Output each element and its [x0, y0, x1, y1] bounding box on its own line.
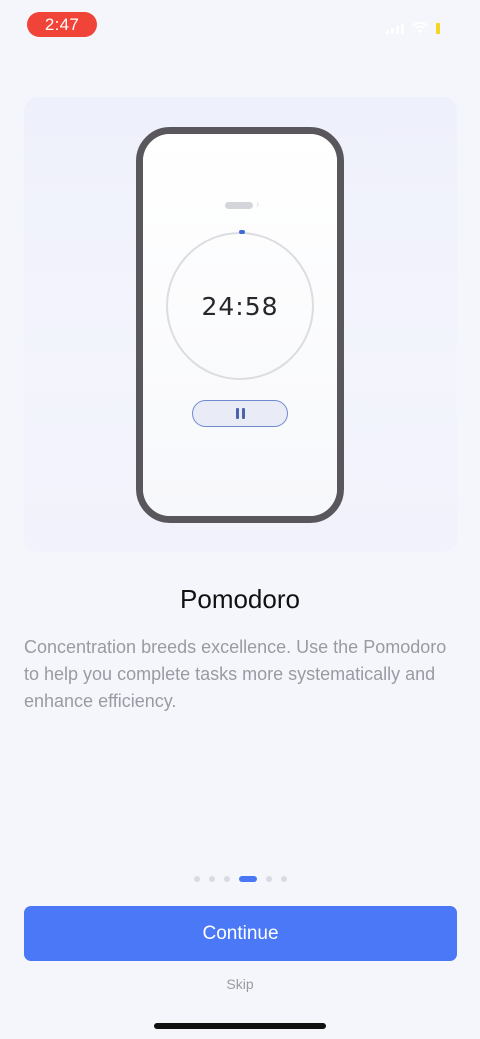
pause-button-illustration	[192, 400, 288, 427]
continue-button[interactable]: Continue	[24, 906, 457, 961]
pager-dot	[193, 876, 200, 882]
battery-icon	[436, 23, 440, 34]
pager-dot	[223, 876, 230, 882]
timer-display: 24:58	[201, 291, 279, 321]
pager-dot	[280, 876, 287, 882]
pager-dots	[0, 876, 480, 882]
skip-link[interactable]: Skip	[0, 976, 480, 992]
pager-dot	[265, 876, 272, 882]
chevron-right-icon: ›	[256, 199, 260, 210]
pause-icon	[235, 408, 239, 419]
phone-illustration: › 24:58	[136, 127, 344, 523]
pager-dot-active	[238, 876, 257, 882]
onboarding-screen: 2:47 › 24:58 Pomodoro Concentration bree	[0, 0, 480, 1039]
pager-dot	[208, 876, 215, 882]
home-indicator	[154, 1023, 326, 1029]
wifi-icon	[412, 22, 428, 34]
header-pill	[225, 202, 253, 209]
signal-icon	[386, 22, 404, 34]
status-icons	[386, 22, 440, 34]
status-time: 2:47	[27, 12, 97, 37]
page-description: Concentration breeds excellence. Use the…	[24, 637, 447, 711]
page-title: Pomodoro	[180, 584, 300, 614]
